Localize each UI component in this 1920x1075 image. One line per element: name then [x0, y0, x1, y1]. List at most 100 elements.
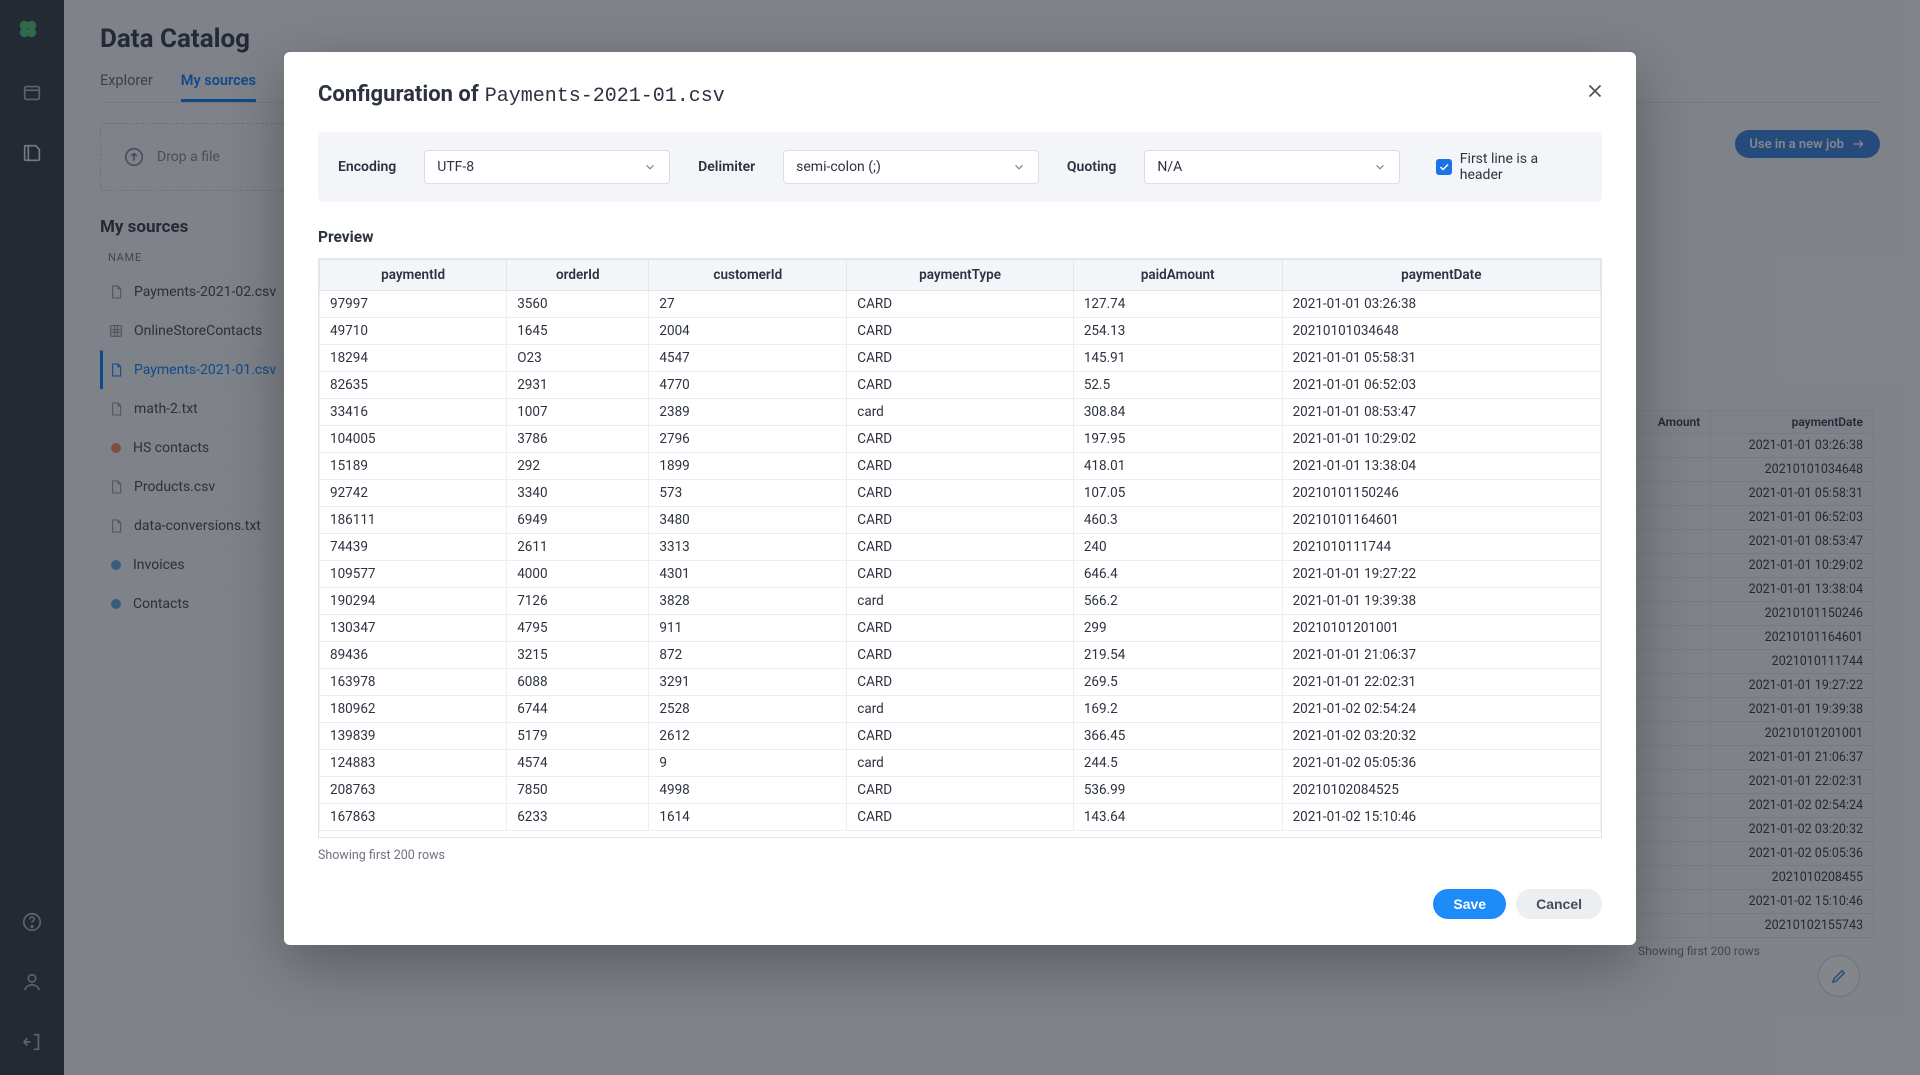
- table-row: 4971016452004CARD254.1320210101034648: [320, 318, 1601, 345]
- delimiter-value: semi-colon (;): [796, 159, 881, 175]
- table-row: 3341610072389card308.842021-01-01 08:53:…: [320, 399, 1601, 426]
- table-cell: 911: [649, 615, 847, 642]
- table-cell: 4770: [649, 372, 847, 399]
- table-header: customerId: [649, 260, 847, 291]
- table-cell: 197.95: [1073, 426, 1282, 453]
- table-cell: 2021-01-01 13:38:04: [1282, 453, 1600, 480]
- table-cell: 163978: [320, 669, 507, 696]
- table-cell: 3340: [507, 480, 649, 507]
- delimiter-select[interactable]: semi-colon (;): [783, 150, 1039, 184]
- table-cell: 109577: [320, 561, 507, 588]
- table-cell: 52.5: [1073, 372, 1282, 399]
- table-cell: 2796: [649, 426, 847, 453]
- table-row: 10400537862796CARD197.952021-01-01 10:29…: [320, 426, 1601, 453]
- table-cell: 3215: [507, 642, 649, 669]
- close-button[interactable]: [1584, 80, 1606, 102]
- table-cell: O23: [507, 345, 649, 372]
- table-cell: 566.2: [1073, 588, 1282, 615]
- table-cell: 1614: [649, 804, 847, 831]
- table-cell: 244.5: [1073, 750, 1282, 777]
- table-cell: 167863: [320, 804, 507, 831]
- table-cell: 2021-01-02 02:54:24: [1282, 696, 1600, 723]
- table-cell: 2021-01-02 03:20:32: [1282, 723, 1600, 750]
- table-cell: 3560: [507, 291, 649, 318]
- table-row: 18611169493480CARD460.320210101164601: [320, 507, 1601, 534]
- table-cell: 7850: [507, 777, 649, 804]
- table-cell: CARD: [847, 426, 1074, 453]
- preview-table: paymentIdorderIdcustomerIdpaymentTypepai…: [319, 259, 1601, 831]
- preview-table-wrapper[interactable]: paymentIdorderIdcustomerIdpaymentTypepai…: [318, 258, 1602, 838]
- table-cell: 4998: [649, 777, 847, 804]
- table-cell: card: [847, 750, 1074, 777]
- save-button[interactable]: Save: [1433, 889, 1506, 919]
- table-cell: card: [847, 399, 1074, 426]
- config-bar: Encoding UTF-8 Delimiter semi-colon (;) …: [318, 132, 1602, 202]
- table-row: 18096267442528card169.22021-01-02 02:54:…: [320, 696, 1601, 723]
- table-cell: 6088: [507, 669, 649, 696]
- table-cell: 1645: [507, 318, 649, 345]
- table-cell: 104005: [320, 426, 507, 453]
- table-cell: 89436: [320, 642, 507, 669]
- table-row: 12488345749card244.52021-01-02 05:05:36: [320, 750, 1601, 777]
- table-cell: 366.45: [1073, 723, 1282, 750]
- table-cell: 2021-01-01 22:02:31: [1282, 669, 1600, 696]
- table-cell: 74439: [320, 534, 507, 561]
- table-cell: CARD: [847, 615, 1074, 642]
- table-row: 16786362331614CARD143.642021-01-02 15:10…: [320, 804, 1601, 831]
- table-cell: 3480: [649, 507, 847, 534]
- table-cell: 6744: [507, 696, 649, 723]
- quoting-select[interactable]: N/A: [1144, 150, 1400, 184]
- table-cell: 20210101201001: [1282, 615, 1600, 642]
- table-row: 1303474795911CARD29920210101201001: [320, 615, 1601, 642]
- cancel-button[interactable]: Cancel: [1516, 889, 1602, 919]
- table-cell: 20210101150246: [1282, 480, 1600, 507]
- table-cell: CARD: [847, 804, 1074, 831]
- table-cell: 127.74: [1073, 291, 1282, 318]
- table-cell: 2021-01-02 05:05:36: [1282, 750, 1600, 777]
- table-cell: 180962: [320, 696, 507, 723]
- table-cell: 646.4: [1073, 561, 1282, 588]
- table-cell: 124883: [320, 750, 507, 777]
- table-cell: 6949: [507, 507, 649, 534]
- table-cell: CARD: [847, 453, 1074, 480]
- table-cell: 4301: [649, 561, 847, 588]
- encoding-select[interactable]: UTF-8: [424, 150, 670, 184]
- table-cell: 27: [649, 291, 847, 318]
- table-cell: 4547: [649, 345, 847, 372]
- table-cell: CARD: [847, 291, 1074, 318]
- table-cell: 2931: [507, 372, 649, 399]
- table-cell: 208763: [320, 777, 507, 804]
- table-cell: CARD: [847, 534, 1074, 561]
- table-row: 97997356027CARD127.742021-01-01 03:26:38: [320, 291, 1601, 318]
- table-cell: 872: [649, 642, 847, 669]
- table-cell: CARD: [847, 723, 1074, 750]
- table-cell: card: [847, 588, 1074, 615]
- table-cell: 269.5: [1073, 669, 1282, 696]
- table-cell: 418.01: [1073, 453, 1282, 480]
- table-cell: 139839: [320, 723, 507, 750]
- table-row: 151892921899CARD418.012021-01-01 13:38:0…: [320, 453, 1601, 480]
- table-cell: 2021-01-01 05:58:31: [1282, 345, 1600, 372]
- table-cell: 299: [1073, 615, 1282, 642]
- table-cell: 6233: [507, 804, 649, 831]
- table-cell: 536.99: [1073, 777, 1282, 804]
- table-cell: 92742: [320, 480, 507, 507]
- modal-actions: Save Cancel: [318, 889, 1602, 919]
- first-line-header-label: First line is a header: [1460, 151, 1582, 183]
- table-cell: 2021-01-02 15:10:46: [1282, 804, 1600, 831]
- table-cell: 2004: [649, 318, 847, 345]
- table-cell: 97997: [320, 291, 507, 318]
- preview-heading: Preview: [318, 228, 1602, 246]
- table-cell: 460.3: [1073, 507, 1282, 534]
- table-cell: 33416: [320, 399, 507, 426]
- table-row: 10957740004301CARD646.42021-01-01 19:27:…: [320, 561, 1601, 588]
- table-cell: 143.64: [1073, 804, 1282, 831]
- table-cell: 190294: [320, 588, 507, 615]
- table-header: paymentId: [320, 260, 507, 291]
- table-cell: CARD: [847, 561, 1074, 588]
- table-cell: 292: [507, 453, 649, 480]
- table-header: paymentDate: [1282, 260, 1600, 291]
- table-cell: CARD: [847, 777, 1074, 804]
- table-cell: 2021-01-01 08:53:47: [1282, 399, 1600, 426]
- first-line-header-checkbox[interactable]: First line is a header: [1436, 151, 1582, 183]
